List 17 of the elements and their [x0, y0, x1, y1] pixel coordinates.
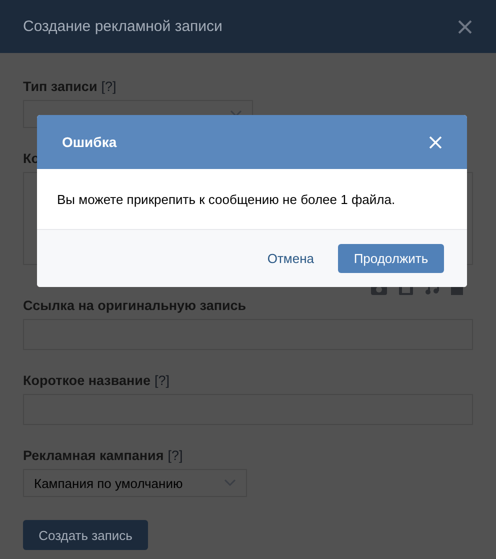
error-message: Вы можете прикрепить к сообщению не более 1 файла. [57, 192, 396, 206]
field-label: Ссылка на оригинальную запись [23, 298, 246, 313]
help-link[interactable]: [?] [168, 448, 183, 463]
field-label: Тип записи [23, 79, 98, 94]
dropdown[interactable]: Кампания по умолчанию [23, 469, 247, 497]
create-post-button[interactable]: Создать запись [23, 520, 148, 550]
field-label: Рекламная кампания [23, 448, 164, 463]
chevron-down-icon [230, 110, 242, 118]
close-icon[interactable] [457, 18, 473, 34]
continue-button[interactable]: Продолжить [338, 244, 444, 273]
field-label: Короткое название [23, 373, 150, 388]
help-link[interactable]: [?] [101, 79, 116, 94]
dialog-title: Ошибка [62, 134, 117, 150]
window-title: Создание рекламной записи [23, 18, 222, 35]
cancel-button[interactable]: Отмена [255, 244, 326, 274]
chevron-down-icon [224, 479, 236, 487]
help-link[interactable]: [?] [154, 373, 170, 388]
